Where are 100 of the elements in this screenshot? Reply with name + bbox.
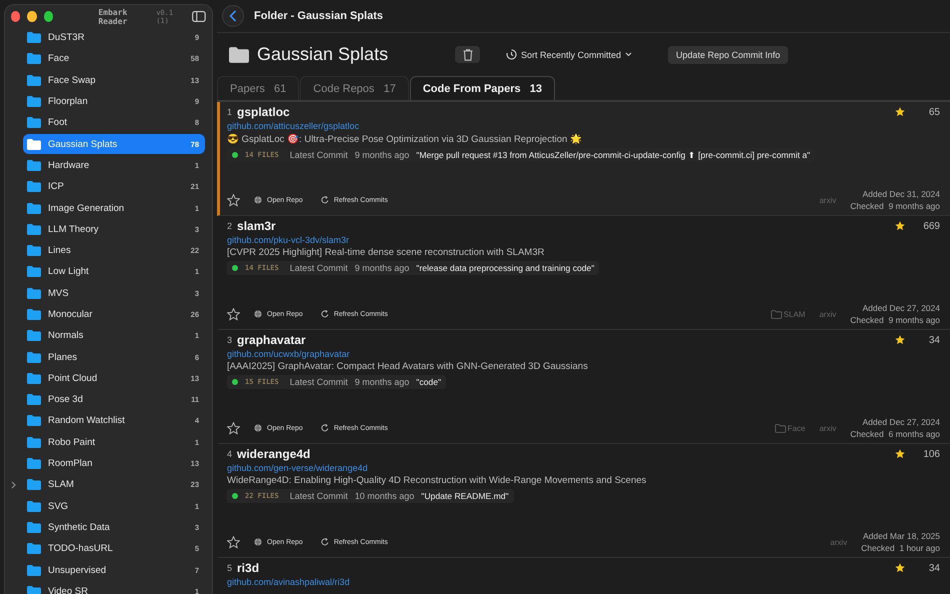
repo-card[interactable] bbox=[217, 102, 950, 216]
tab[interactable]: Code From Papers 13 bbox=[410, 76, 556, 100]
globe-icon bbox=[254, 538, 262, 546]
refresh-icon bbox=[320, 424, 329, 432]
folder-icon bbox=[27, 352, 41, 363]
source-label: arxiv bbox=[819, 196, 836, 204]
repo-link[interactable]: github.com/gen-verse/widerange4d bbox=[227, 463, 944, 473]
folder-icon bbox=[27, 288, 41, 299]
status-dot-icon bbox=[232, 493, 238, 499]
close-window-button[interactable] bbox=[11, 11, 20, 22]
checked-time: Checked 1 hour ago bbox=[861, 543, 940, 553]
repo-card[interactable]: 5 ri3d 34 github.com/avinashpaliwal/ri3d bbox=[217, 558, 950, 594]
commit-message: "Update README.md" bbox=[421, 491, 509, 501]
star-count: 106 bbox=[922, 448, 940, 460]
repo-index: 4 bbox=[227, 449, 232, 459]
refresh-icon bbox=[320, 310, 329, 318]
commit-label: Latest Commit bbox=[290, 491, 348, 501]
commit-message: "Merge pull request #13 from AtticusZeller/pre-commit-ci-update-config ⬆ [pre-commit.ci] pre-commit a" bbox=[416, 150, 810, 160]
folder-icon bbox=[27, 372, 41, 384]
repo-index: 5 bbox=[227, 563, 232, 573]
repo-name: graphavatar bbox=[237, 333, 307, 347]
delete-button[interactable] bbox=[455, 46, 480, 63]
repo-link[interactable]: github.com/ucwxb/graphavatar bbox=[227, 349, 944, 359]
sidebar-toggle-icon[interactable] bbox=[192, 10, 206, 23]
folder-icon bbox=[27, 181, 41, 192]
globe-icon bbox=[254, 310, 262, 318]
repo-index: 2 bbox=[227, 221, 232, 231]
star-count: 669 bbox=[922, 220, 940, 232]
source-label: arxiv bbox=[819, 310, 836, 318]
added-date: Added Dec 27, 2024 bbox=[862, 303, 940, 313]
star-icon bbox=[895, 449, 905, 459]
trash-icon bbox=[462, 48, 472, 60]
source-label: arxiv bbox=[830, 538, 848, 546]
repo-link[interactable]: github.com/pku-vcl-3dv/slam3r bbox=[227, 235, 944, 245]
tab[interactable]: Code Repos 17 bbox=[300, 76, 409, 100]
source-label: arxiv bbox=[819, 424, 836, 432]
star-count: 65 bbox=[928, 106, 940, 118]
favorite-star-icon[interactable] bbox=[227, 308, 240, 320]
repo-description: WideRange4D: Enabling High-Quality 4D Reconstruction with Wide-Range Movements and Scenes bbox=[227, 475, 648, 486]
sort-dropdown[interactable]: Sort Recently Committed bbox=[500, 48, 638, 61]
commit-message: "code" bbox=[416, 377, 442, 387]
repo-link[interactable]: github.com/atticuszeller/gsplatloc bbox=[227, 121, 944, 131]
folder-icon bbox=[27, 415, 41, 426]
folder-icon bbox=[27, 245, 41, 256]
folder-icon bbox=[27, 96, 41, 108]
star-icon bbox=[895, 221, 905, 231]
repo-name: ri3d bbox=[237, 561, 260, 575]
repo-link[interactable]: github.com/avinashpaliwal/ri3d bbox=[227, 577, 944, 587]
refresh-icon bbox=[320, 538, 329, 546]
commit-time: 9 months ago bbox=[354, 377, 410, 387]
folder-tag: SLAM bbox=[770, 310, 806, 318]
repo-name: widerange4d bbox=[237, 447, 312, 461]
folder-icon bbox=[27, 543, 41, 554]
chevron-left-icon bbox=[229, 10, 237, 22]
repo-name: slam3r bbox=[237, 219, 277, 233]
star-count: 34 bbox=[928, 562, 940, 574]
app-title: Embark Reader bbox=[98, 8, 128, 26]
chevron-right-icon[interactable] bbox=[11, 480, 17, 489]
star-icon bbox=[895, 563, 905, 573]
repo-name: gsplatloc bbox=[237, 105, 291, 119]
back-button[interactable] bbox=[222, 5, 244, 27]
minimize-window-button[interactable] bbox=[27, 11, 37, 22]
commit-label: Latest Commit bbox=[290, 263, 348, 273]
commit-time: 9 months ago bbox=[354, 150, 410, 160]
folder-icon bbox=[27, 53, 41, 64]
repo-description: 😎 GsplatLoc 🎯: Ultra-Precise Pose Optimization via 3D Gaussian Reprojection 🌟 bbox=[227, 133, 583, 145]
zoom-window-button[interactable] bbox=[44, 11, 54, 22]
commit-message: "release data preprocessing and training code" bbox=[416, 263, 594, 273]
update-commit-info-button[interactable]: Update Repo Commit Info bbox=[668, 46, 788, 64]
status-dot-icon bbox=[232, 379, 238, 385]
star-icon bbox=[895, 335, 905, 345]
folder-icon bbox=[27, 330, 41, 342]
folder-title: Gaussian Splats bbox=[257, 44, 390, 65]
added-date: Added Dec 31, 2024 bbox=[862, 189, 940, 199]
folder-icon bbox=[27, 522, 41, 533]
favorite-star-icon[interactable] bbox=[227, 194, 240, 206]
favorite-star-icon[interactable] bbox=[227, 422, 240, 434]
status-dot-icon bbox=[232, 152, 238, 158]
folder-icon bbox=[27, 564, 41, 576]
status-dot-icon bbox=[232, 265, 238, 271]
tab[interactable]: Papers 61 bbox=[217, 76, 300, 100]
folder-icon bbox=[27, 160, 41, 171]
checked-time: Checked 6 months ago bbox=[850, 429, 940, 439]
folder-icon bbox=[770, 310, 782, 318]
commit-label: Latest Commit bbox=[290, 150, 348, 160]
added-date: Added Mar 18, 2025 bbox=[862, 531, 940, 541]
caret-icon bbox=[625, 52, 632, 57]
star-icon bbox=[895, 107, 905, 117]
repo-description: [AAAI2025] GraphAvatar: Compact Head Avatars with GNN-Generated 3D Gaussians bbox=[227, 361, 589, 372]
folder-icon bbox=[27, 586, 41, 594]
folder-icon bbox=[27, 117, 41, 128]
clock-icon bbox=[506, 49, 517, 60]
folder-icon bbox=[27, 32, 41, 44]
folder-icon bbox=[27, 202, 41, 214]
folder-tag: Face bbox=[774, 424, 806, 432]
refresh-icon bbox=[320, 196, 329, 204]
commit-label: Latest Commit bbox=[290, 377, 348, 387]
folder-icon bbox=[27, 138, 41, 150]
toolbar-title: Folder - Gaussian Splats bbox=[254, 10, 383, 22]
favorite-star-icon[interactable] bbox=[227, 536, 240, 548]
